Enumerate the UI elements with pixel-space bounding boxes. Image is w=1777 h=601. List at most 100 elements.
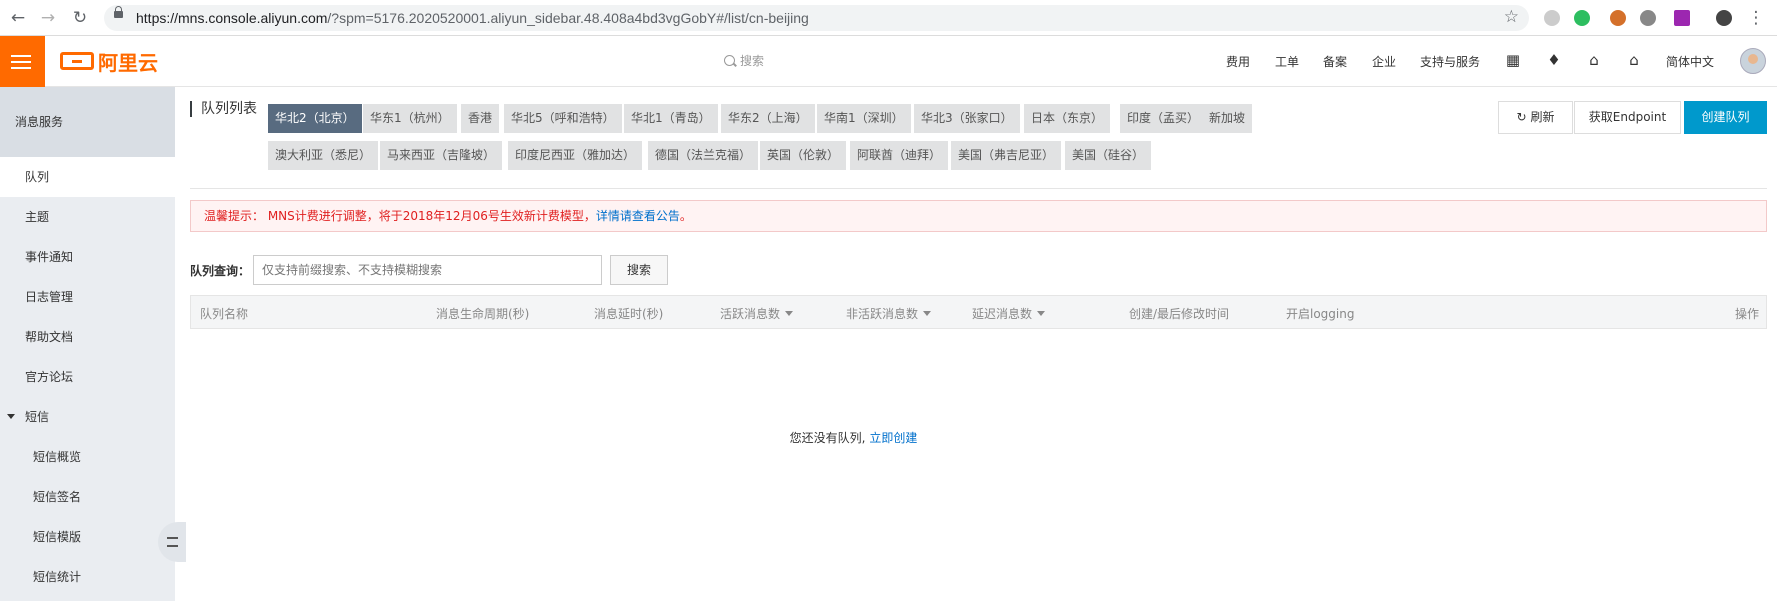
divider: [190, 188, 1767, 189]
region-tab-frankfurt[interactable]: 德国（法兰克福）: [648, 141, 759, 170]
extension-icon[interactable]: [1544, 10, 1560, 26]
url-path: /?spm=5176.2020520001.aliyun_sidebar.48.…: [327, 10, 809, 26]
rp-extension-icon[interactable]: [1674, 10, 1690, 26]
sidebar-item-help-docs[interactable]: 帮助文档: [0, 317, 175, 357]
reload-icon[interactable]: ↻: [70, 8, 90, 28]
hamburger-menu-icon[interactable]: [0, 36, 45, 87]
region-tab-jakarta[interactable]: 印度尼西亚（雅加达）: [508, 141, 643, 170]
region-tab-hangzhou[interactable]: 华东1（杭州）: [363, 104, 457, 133]
region-tab-huhehaote[interactable]: 华北5（呼和浩特）: [504, 104, 622, 133]
language-switch[interactable]: 简体中文: [1666, 53, 1714, 70]
sort-caret-icon: [923, 311, 932, 316]
get-endpoint-button[interactable]: 获取Endpoint: [1574, 101, 1681, 134]
region-tab-kualalumpur[interactable]: 马来西亚（吉隆坡）: [380, 141, 503, 170]
region-tab-shanghai[interactable]: 华东2（上海）: [721, 104, 815, 133]
region-tab-dubai[interactable]: 阿联酋（迪拜）: [850, 141, 949, 170]
column-actions: 操作: [1735, 307, 1760, 321]
sidebar-group-sms[interactable]: 短信: [0, 397, 175, 437]
sidebar-item-sms-template[interactable]: 短信模版: [0, 517, 175, 557]
sort-caret-icon: [1037, 311, 1046, 316]
nav-enterprise[interactable]: 企业: [1372, 53, 1396, 70]
region-tab-siliconvalley[interactable]: 美国（硅谷）: [1065, 141, 1152, 170]
notice-detail-link[interactable]: 详情请查看公告: [596, 209, 680, 223]
header-search[interactable]: 搜索: [724, 52, 764, 69]
home-icon[interactable]: ⌂: [1624, 50, 1644, 70]
cart-icon[interactable]: ⌂: [1584, 50, 1604, 70]
region-tab-sydney[interactable]: 澳大利亚（悉尼）: [268, 141, 379, 170]
column-message-ttl: 消息生命周期(秒): [436, 307, 530, 321]
queue-table-header: 队列名称 消息生命周期(秒) 消息延时(秒) 活跃消息数 非活跃消息数 延迟消息…: [190, 295, 1767, 329]
evernote-icon[interactable]: [1574, 10, 1590, 26]
nav-ticket[interactable]: 工单: [1275, 53, 1299, 70]
expand-triangle-icon: [7, 414, 15, 419]
drive-icon[interactable]: [1640, 10, 1656, 26]
header-search-placeholder: 搜索: [740, 54, 765, 68]
sidebar-item-queue[interactable]: 队列: [0, 157, 175, 197]
extension-icon[interactable]: [1610, 10, 1626, 26]
lock-icon: [114, 6, 123, 18]
column-delayed-messages[interactable]: 延迟消息数: [972, 305, 1046, 322]
sidebar-item-sms-statistics[interactable]: 短信统计: [0, 557, 175, 597]
bell-notification-icon[interactable]: ♦: [1544, 50, 1564, 70]
search-icon: [724, 55, 735, 66]
terminal-icon[interactable]: ▦: [1503, 50, 1523, 70]
sidebar-item-topic[interactable]: 主题: [0, 197, 175, 237]
column-inactive-messages-label: 非活跃消息数: [846, 307, 919, 321]
sidebar-item-event-notification[interactable]: 事件通知: [0, 237, 175, 277]
nav-icp[interactable]: 备案: [1323, 53, 1347, 70]
billing-notice: 温馨提示： MNS计费进行调整，将于2018年12月06号生效新计费模型，详情请…: [190, 200, 1767, 232]
notice-text: 温馨提示： MNS计费进行调整，将于2018年12月06号生效新计费模型，: [204, 209, 596, 223]
user-avatar[interactable]: [1740, 48, 1766, 74]
region-tab-shenzhen[interactable]: 华南1（深圳）: [817, 104, 911, 133]
empty-state: 您还没有队列, 立即创建: [190, 429, 1517, 446]
browser-toolbar: ← → ↻ https://mns.console.aliyun.com/?sp…: [0, 0, 1777, 36]
browser-menu-icon[interactable]: ⋮: [1746, 8, 1766, 28]
column-queue-name: 队列名称: [200, 307, 249, 321]
refresh-button[interactable]: ↻ 刷新: [1498, 101, 1573, 134]
nav-support[interactable]: 支持与服务: [1420, 53, 1480, 70]
column-active-messages[interactable]: 活跃消息数: [720, 305, 794, 322]
bookmark-star-icon[interactable]: ☆: [1504, 7, 1519, 27]
region-tab-qingdao[interactable]: 华北1（青岛）: [624, 104, 718, 133]
column-inactive-messages[interactable]: 非活跃消息数: [846, 305, 932, 322]
queue-search-input[interactable]: [253, 255, 602, 285]
column-modified-time: 创建/最后修改时间: [1129, 307, 1230, 321]
aliyun-logo[interactable]: 阿里云: [60, 48, 158, 75]
nav-billing[interactable]: 费用: [1226, 53, 1250, 70]
sidebar-title: 消息服务: [0, 87, 175, 157]
region-tab-zhangjiakou[interactable]: 华北3（张家口）: [914, 104, 1020, 133]
address-bar[interactable]: https://mns.console.aliyun.com/?spm=5176…: [104, 5, 1529, 31]
region-tab-tokyo[interactable]: 日本（东京）: [1024, 104, 1111, 133]
sidebar-item-forum[interactable]: 官方论坛: [0, 357, 175, 397]
column-active-messages-label: 活跃消息数: [720, 307, 781, 321]
region-tab-singapore[interactable]: 新加坡: [1202, 104, 1253, 133]
aliyun-logo-mark-icon: [60, 52, 94, 70]
search-button[interactable]: 搜索: [610, 255, 668, 285]
notice-suffix: 。: [679, 209, 692, 223]
sidebar-item-sms-overview[interactable]: 短信概览: [0, 437, 175, 477]
forward-arrow-icon[interactable]: →: [38, 8, 58, 28]
refresh-button-label: 刷新: [1530, 110, 1555, 124]
create-queue-button[interactable]: 创建队列: [1684, 101, 1767, 134]
back-arrow-icon[interactable]: ←: [8, 8, 28, 28]
column-message-delay: 消息延时(秒): [594, 307, 664, 321]
region-tab-london[interactable]: 英国（伦敦）: [760, 141, 847, 170]
create-now-link[interactable]: 立即创建: [869, 431, 917, 445]
queue-list-title: 队列列表: [190, 101, 257, 117]
region-tab-beijing[interactable]: 华北2（北京）: [268, 104, 362, 133]
region-tab-mumbai[interactable]: 印度（孟买）: [1120, 104, 1207, 133]
queue-query-label: 队列查询：: [190, 264, 251, 278]
profile-icon[interactable]: [1716, 10, 1732, 26]
url-text: https://mns.console.aliyun.com/?spm=5176…: [136, 10, 809, 26]
sidebar-group-sms-label: 短信: [25, 410, 50, 424]
column-logging: 开启logging: [1286, 307, 1355, 321]
region-tab-hongkong[interactable]: 香港: [461, 104, 500, 133]
url-host: https://mns.console.aliyun.com: [136, 10, 328, 26]
refresh-icon: ↻: [1516, 110, 1527, 124]
empty-state-text: 您还没有队列,: [789, 431, 866, 445]
sort-caret-icon: [785, 311, 794, 316]
region-tab-virginia[interactable]: 美国（弗吉尼亚）: [951, 141, 1062, 170]
sidebar-item-log-management[interactable]: 日志管理: [0, 277, 175, 317]
console-header: 阿里云 搜索 费用 工单 备案 企业 支持与服务 ▦ ♦ ⌂ ⌂ 简体中文: [0, 36, 1777, 87]
sidebar-item-sms-signature[interactable]: 短信签名: [0, 477, 175, 517]
